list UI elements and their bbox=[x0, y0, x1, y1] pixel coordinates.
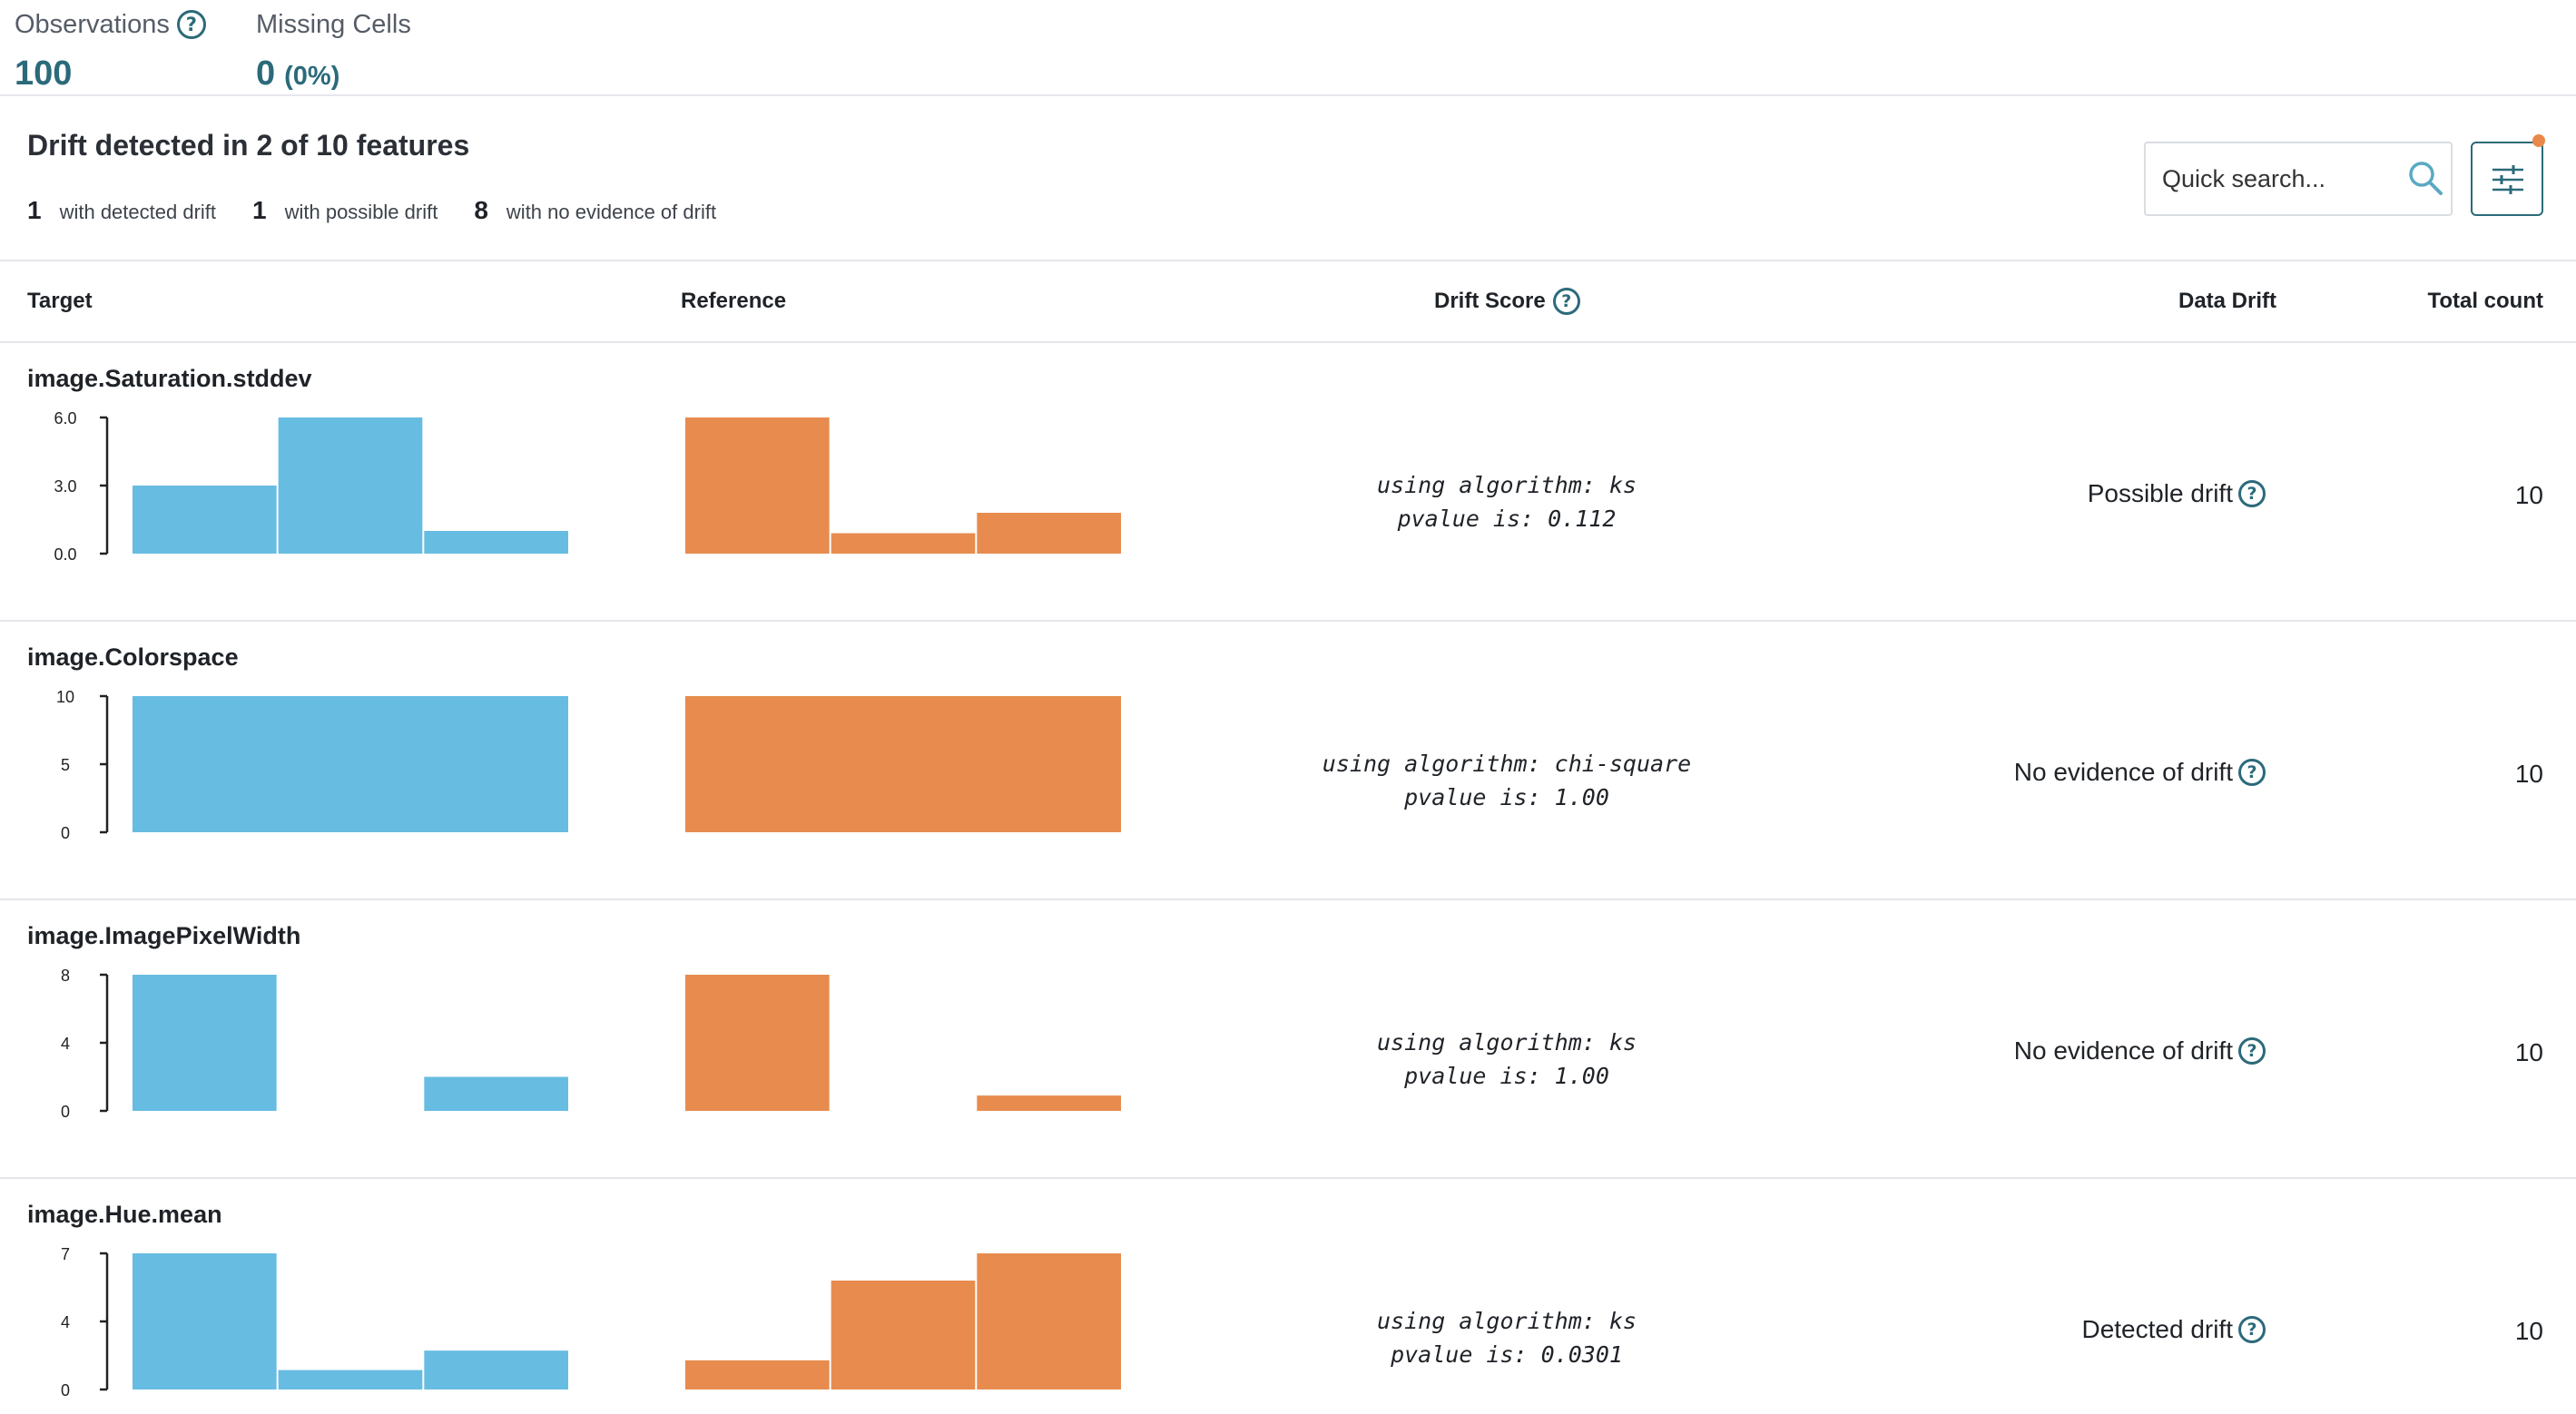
reference-bar[interactable] bbox=[977, 1253, 1121, 1389]
y-tick-label: 8 bbox=[61, 967, 70, 985]
drift-score: using algorithm: ks pvalue is: 0.0301 bbox=[1377, 1308, 1637, 1368]
table-row[interactable]: image.ImagePixelWidth 8 4 0 using algorith… bbox=[0, 900, 2576, 1179]
target-histogram: 7 4 0 bbox=[61, 1245, 568, 1399]
feature-name: image.Hue.mean bbox=[27, 1201, 222, 1228]
filter-button[interactable] bbox=[2471, 142, 2543, 216]
y-tick-label: 4 bbox=[61, 1035, 70, 1053]
y-tick-label: 0 bbox=[61, 1103, 70, 1121]
missing-cells-stat: Missing Cells 0 (0%) bbox=[256, 9, 411, 93]
missing-cells-percent: (0%) bbox=[284, 62, 340, 91]
table-row[interactable]: image.Saturation.stddev 6.0 3.0 0.0 using … bbox=[0, 343, 2576, 622]
reference-histogram bbox=[685, 975, 1121, 1111]
target-histogram: 8 4 0 bbox=[61, 967, 568, 1121]
table-row[interactable]: image.Colorspace 10 5 0 using algorithm: c… bbox=[0, 622, 2576, 900]
table-header: Target Reference Drift Score ? Data Drif… bbox=[0, 261, 2576, 343]
reference-bar[interactable] bbox=[685, 975, 830, 1111]
y-tick-label: 4 bbox=[61, 1313, 70, 1331]
drift-count-number: 8 bbox=[474, 196, 488, 224]
drift-count-none: 8 with no evidence of drift bbox=[474, 196, 716, 225]
drift-title: Drift detected in 2 of 10 features bbox=[27, 129, 470, 162]
total-count: 10 bbox=[2514, 481, 2543, 509]
drift-count-label: with detected drift bbox=[59, 201, 217, 223]
reference-bar[interactable] bbox=[685, 417, 830, 554]
drift-count-number: 1 bbox=[27, 196, 42, 224]
observations-value: 100 bbox=[15, 54, 73, 93]
table-row[interactable]: image.Hue.mean 7 4 0 using algorithm: ks pv… bbox=[0, 1179, 2576, 1414]
target-histogram: 6.0 3.0 0.0 bbox=[54, 409, 568, 564]
quick-search[interactable] bbox=[2144, 142, 2453, 216]
y-tick-label: 0 bbox=[61, 1381, 70, 1399]
y-tick-label: 6.0 bbox=[54, 409, 76, 427]
total-count: 10 bbox=[2514, 1317, 2543, 1345]
reference-bar[interactable] bbox=[977, 513, 1121, 554]
target-bar[interactable] bbox=[133, 975, 277, 1111]
question-circle-icon[interactable]: ? bbox=[1552, 288, 1580, 315]
y-tick-label: 5 bbox=[61, 756, 70, 774]
search-icon[interactable] bbox=[2407, 160, 2443, 196]
feature-name: image.Colorspace bbox=[27, 643, 239, 671]
drift-count-detected: 1 with detected drift bbox=[27, 196, 216, 225]
data-drift-status: Detected drift ? bbox=[2081, 1315, 2266, 1344]
target-bar[interactable] bbox=[133, 486, 277, 554]
target-histogram: 10 5 0 bbox=[56, 688, 568, 842]
notification-dot bbox=[2532, 134, 2545, 147]
column-drift-score[interactable]: Drift Score ? bbox=[1434, 261, 1580, 341]
target-bar[interactable] bbox=[424, 1076, 568, 1112]
column-total-count[interactable]: Total count bbox=[2427, 261, 2543, 341]
target-bar[interactable] bbox=[424, 1350, 568, 1389]
data-drift-status: No evidence of drift ? bbox=[2014, 758, 2266, 787]
dataset-summary: Observations ? 100 Missing Cells 0 (0%) bbox=[0, 0, 2576, 96]
question-circle-icon[interactable]: ? bbox=[176, 10, 206, 39]
question-circle-icon[interactable]: ? bbox=[2238, 1316, 2266, 1343]
total-count: 10 bbox=[2514, 1038, 2543, 1066]
sliders-icon bbox=[2492, 165, 2523, 194]
drift-count-number: 1 bbox=[252, 196, 267, 224]
drift-header: Drift detected in 2 of 10 features 1 wit… bbox=[0, 96, 2576, 261]
reference-bar[interactable] bbox=[685, 696, 1121, 832]
target-bar[interactable] bbox=[278, 417, 423, 554]
column-reference[interactable]: Reference bbox=[681, 261, 786, 341]
observations-label: Observations bbox=[15, 9, 170, 39]
reference-histogram bbox=[685, 417, 1121, 555]
drift-count-possible: 1 with possible drift bbox=[252, 196, 438, 225]
drift-score: using algorithm: ks pvalue is: 0.112 bbox=[1377, 472, 1637, 532]
drift-score: using algorithm: chi-square pvalue is: 1.… bbox=[1322, 751, 1692, 810]
reference-bar[interactable] bbox=[831, 1281, 976, 1389]
total-count: 10 bbox=[2514, 760, 2543, 788]
feature-name: image.Saturation.stddev bbox=[27, 365, 312, 392]
target-bar[interactable] bbox=[278, 1370, 423, 1389]
drift-counts: 1 with detected drift 1 with possible dr… bbox=[27, 196, 752, 225]
reference-bar[interactable] bbox=[977, 1095, 1121, 1111]
drift-score: using algorithm: ks pvalue is: 1.00 bbox=[1377, 1029, 1637, 1089]
data-drift-status: No evidence of drift ? bbox=[2014, 1036, 2266, 1065]
y-tick-label: 0.0 bbox=[54, 545, 76, 564]
data-drift-status: Possible drift ? bbox=[2088, 479, 2266, 508]
question-circle-icon[interactable]: ? bbox=[2238, 759, 2266, 786]
column-target[interactable]: Target bbox=[27, 261, 93, 341]
question-circle-icon[interactable]: ? bbox=[2238, 1037, 2266, 1065]
observations-stat: Observations ? 100 bbox=[15, 9, 206, 93]
target-bar[interactable] bbox=[133, 1253, 277, 1389]
drift-count-label: with possible drift bbox=[284, 201, 438, 223]
feature-name: image.ImagePixelWidth bbox=[27, 922, 301, 949]
y-tick-label: 7 bbox=[61, 1245, 70, 1263]
missing-cells-label: Missing Cells bbox=[256, 9, 411, 39]
reference-histogram bbox=[685, 696, 1121, 832]
column-data-drift[interactable]: Data Drift bbox=[2178, 261, 2276, 341]
target-bar[interactable] bbox=[424, 531, 568, 554]
y-tick-label: 10 bbox=[56, 688, 74, 706]
reference-bar[interactable] bbox=[831, 533, 976, 555]
missing-cells-value: 0 bbox=[256, 54, 276, 93]
y-tick-label: 3.0 bbox=[54, 477, 76, 496]
reference-histogram bbox=[685, 1253, 1121, 1389]
drift-count-label: with no evidence of drift bbox=[506, 201, 717, 223]
reference-bar[interactable] bbox=[685, 1360, 830, 1389]
target-bar[interactable] bbox=[133, 696, 568, 832]
question-circle-icon[interactable]: ? bbox=[2238, 480, 2266, 507]
search-input[interactable] bbox=[2162, 143, 2398, 214]
y-tick-label: 0 bbox=[61, 824, 70, 842]
